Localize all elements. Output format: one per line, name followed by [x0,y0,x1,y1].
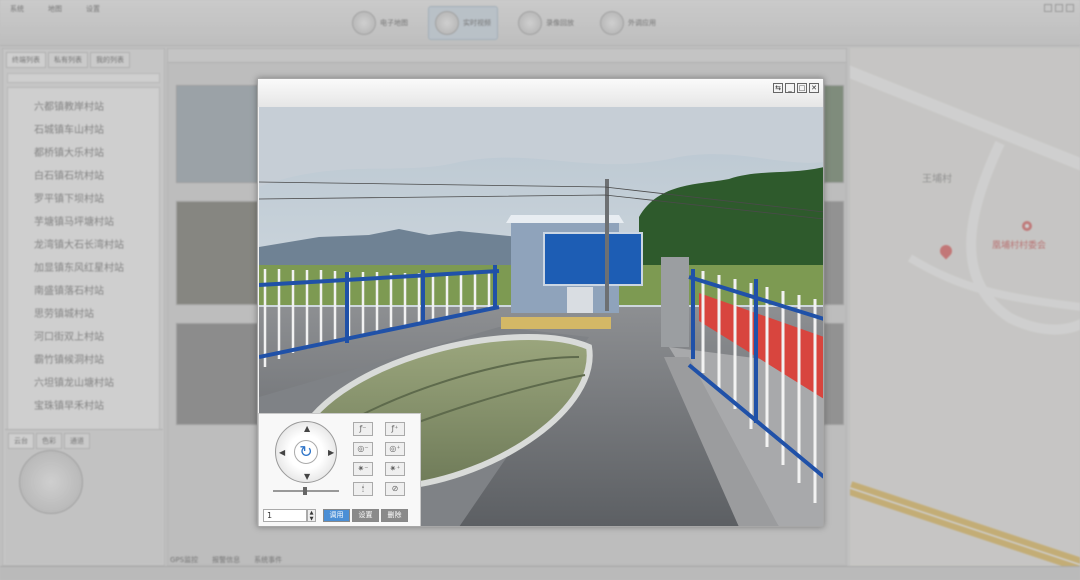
iris-close-button[interactable]: ✷⁻ [353,462,373,476]
ptz-direction-dial[interactable]: ▲ ▼ ◀ ▶ ↻ [275,421,337,483]
light-icon[interactable]: 🕯 [353,482,373,496]
arrow-right-icon[interactable]: ▶ [328,448,334,457]
video-popup-window: ⇆ _ □ ✕ ▲ ▼ ◀ ▶ ↻ ƒ⁻ ƒ⁺ ◎⁻ ◎⁺ ✷⁻ ✷⁺ 🕯 ⊘ … [257,78,824,527]
arrow-up-icon[interactable]: ▲ [304,424,310,433]
ptz-speed-slider[interactable] [273,487,339,495]
arrow-down-icon[interactable]: ▼ [304,472,310,481]
minimize-icon[interactable]: _ [785,83,795,93]
delete-preset-button[interactable]: 删除 [381,509,408,522]
popup-title-bar: ⇆ _ □ ✕ [258,79,823,107]
zoom-in-button[interactable]: ƒ⁺ [385,422,405,436]
arrow-left-icon[interactable]: ◀ [279,448,285,457]
popup-window-controls: ⇆ _ □ ✕ [773,83,819,93]
set-preset-button[interactable]: 设置 [352,509,379,522]
close-icon[interactable]: ✕ [809,83,819,93]
focus-near-button[interactable]: ◎⁻ [353,442,373,456]
preset-stepper[interactable]: ▲ ▼ [307,509,316,522]
maximize-icon[interactable]: □ [797,83,807,93]
swap-icon[interactable]: ⇆ [773,83,783,93]
ptz-control-panel: ▲ ▼ ◀ ▶ ↻ ƒ⁻ ƒ⁺ ◎⁻ ◎⁺ ✷⁻ ✷⁺ 🕯 ⊘ 1 ▲ ▼ 调用 … [258,413,421,526]
call-preset-button[interactable]: 调用 [323,509,350,522]
app-window: 系统 地图 设置 电子地图 实时视频 录像回放 外调应用 终端列表 私有列表 我… [0,0,1080,580]
zoom-out-button[interactable]: ƒ⁻ [353,422,373,436]
auto-rotate-icon[interactable]: ↻ [294,440,318,464]
slider-knob[interactable] [303,487,307,495]
focus-far-button[interactable]: ◎⁺ [385,442,405,456]
info-sign [543,232,643,286]
wiper-icon[interactable]: ⊘ [385,482,405,496]
preset-number-input[interactable]: 1 [263,509,307,522]
iris-open-button[interactable]: ✷⁺ [385,462,405,476]
